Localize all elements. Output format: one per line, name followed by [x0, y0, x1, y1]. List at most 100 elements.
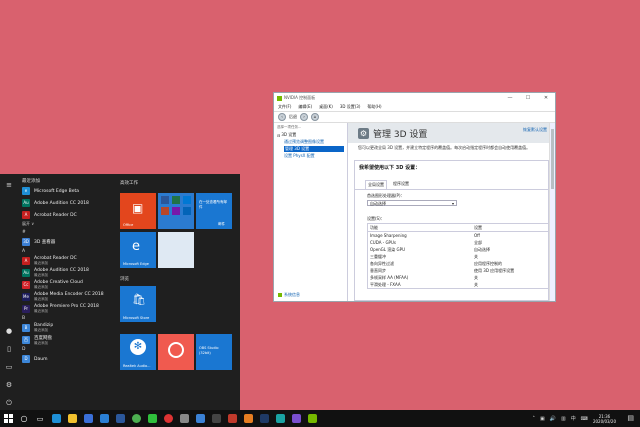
taskbar-edge-beta[interactable] — [272, 410, 288, 427]
edge-tile[interactable]: e Microsoft Edge — [120, 232, 156, 268]
taskbar-explorer[interactable] — [64, 410, 80, 427]
app-list-item[interactable]: e Microsoft Edge Beta — [20, 185, 114, 197]
pictures-icon[interactable]: ▭ — [4, 362, 14, 372]
tray-app-icon[interactable]: ▣ — [540, 416, 545, 422]
realtek-tile[interactable]: ✻ Realtek Audio... — [120, 334, 156, 370]
taskbar-app-grey[interactable] — [176, 410, 192, 427]
taskbar-netease[interactable] — [160, 410, 176, 427]
office-icon: ▣ — [132, 201, 144, 215]
app-list-item[interactable]: Me Adobe Media Encoder CC 2018 最近添加 — [20, 291, 114, 303]
office-tile[interactable]: ▣ Office — [120, 193, 156, 229]
tab-global-settings[interactable]: 全局设置 — [365, 180, 387, 189]
table-row[interactable]: 垂直同步 使用 3D 应用程序设置 — [368, 267, 548, 274]
app-list-item[interactable]: A Acrobat Reader DC — [20, 209, 114, 221]
content-scrollbar[interactable] — [549, 123, 555, 301]
volume-icon[interactable]: 🔊 — [550, 416, 556, 422]
hamburger-icon[interactable]: ≡ — [4, 180, 14, 190]
home-icon[interactable]: ⌂ — [311, 113, 319, 121]
table-row[interactable]: 平滑处理 - FXAA 关 — [368, 281, 548, 288]
app-list-item[interactable]: Pr Adobe Premiere Pro CC 2018 最近添加 — [20, 303, 114, 315]
app-icon: D — [22, 355, 30, 363]
network-icon[interactable]: ▥ — [561, 416, 566, 422]
system-info-link[interactable]: 系统信息 — [278, 292, 300, 298]
app-list-item[interactable]: Au Adobe Audition CC 2018 最近添加 — [20, 267, 114, 279]
document-icon[interactable]: ▯ — [4, 344, 14, 354]
section-hash[interactable]: # — [20, 229, 114, 236]
menu-desktop[interactable]: 桌面(K) — [319, 104, 333, 110]
app-list-item[interactable]: Cc Adobe Creative Cloud 最近添加 — [20, 279, 114, 291]
taskbar-app-red[interactable] — [224, 410, 240, 427]
table-row[interactable]: 各向异性过滤 应用程序控制的 — [368, 260, 548, 267]
section-a[interactable]: A — [20, 248, 114, 255]
back-icon[interactable]: ‹ — [278, 113, 286, 121]
app-list-item[interactable]: A Acrobat Reader DC 最近添加 — [20, 255, 114, 267]
maximize-icon[interactable]: ☐ — [519, 95, 537, 101]
store-tile[interactable]: 🛍 Microsoft Store — [120, 286, 156, 322]
taskbar-app-orange[interactable] — [240, 410, 256, 427]
taskbar-app-navy[interactable] — [256, 410, 272, 427]
alarms-tile[interactable] — [158, 334, 194, 370]
tree-item-manage-3d[interactable]: 管理 3D 设置 — [284, 146, 344, 152]
restore-defaults-link[interactable]: 恢复默认设置 — [523, 127, 547, 133]
input-language[interactable]: 中 — [571, 415, 576, 422]
avatar[interactable]: ● — [4, 326, 14, 336]
search-button[interactable]: ○ — [16, 410, 32, 427]
taskbar-wechat[interactable] — [144, 410, 160, 427]
menu-edit[interactable]: 编辑(E) — [298, 104, 312, 110]
table-row[interactable]: OpenGL 渲染 GPU 自动选择 — [368, 246, 548, 253]
taskbar-app-dark[interactable] — [208, 410, 224, 427]
collapse-icon[interactable]: ⊟ — [277, 133, 280, 138]
table-row[interactable]: 三重缓冲 关 — [368, 253, 548, 260]
task-view-button[interactable]: ▭ — [32, 410, 48, 427]
row-feature: CUDA - GPUs — [370, 240, 396, 245]
settings-gear-icon[interactable]: ⚙ — [4, 380, 14, 390]
back-label[interactable]: 后退 — [289, 114, 297, 120]
keyboard-icon[interactable]: ⌨ — [581, 416, 588, 422]
app-list-item[interactable]: 3D 3D 查看器 — [20, 236, 114, 248]
tree-item-preview[interactable]: 通过预览调整图像设置 — [284, 139, 344, 145]
taskbar-app-blue[interactable] — [192, 410, 208, 427]
clock[interactable]: 21:36 2020/03/20 — [593, 414, 616, 424]
app-list-item[interactable]: D Daum — [20, 353, 114, 365]
office-apps-tile[interactable] — [158, 193, 194, 229]
taskbar-edge[interactable] — [48, 410, 64, 427]
forward-icon[interactable]: › — [300, 113, 308, 121]
app-list-item[interactable]: B Bandizip 最近添加 — [20, 322, 114, 334]
notification-icon[interactable]: ▤ — [627, 414, 634, 422]
expand-button[interactable]: 展开 ∨ — [20, 221, 114, 229]
taskbar-app-purple[interactable] — [288, 410, 304, 427]
scrollbar-thumb[interactable] — [551, 129, 554, 189]
app-list-item[interactable]: Au Adobe Audition CC 2018 — [20, 197, 114, 209]
app-text: Daum — [34, 357, 47, 362]
chevron-up-icon[interactable]: ˄ — [533, 416, 536, 422]
taskbar-nvidia[interactable] — [304, 410, 320, 427]
tab-program-settings[interactable]: 程序设置 — [391, 180, 411, 189]
window-title-bar[interactable]: NVIDIA 控制面板 — ☐ ✕ — [274, 93, 555, 103]
menu-3d-settings[interactable]: 3D 设置(3) — [340, 104, 361, 110]
obs-tile[interactable]: OBS Studio (32bit) — [196, 334, 232, 370]
close-icon[interactable]: ✕ — [537, 95, 555, 101]
taskbar-chrome[interactable] — [128, 410, 144, 427]
edge-app-icon — [51, 414, 61, 423]
menu-file[interactable]: 文件(F) — [278, 104, 291, 110]
nvidia-control-panel-window[interactable]: NVIDIA 控制面板 — ☐ ✕ 文件(F) 编辑(E) 桌面(K) 3D 设… — [273, 92, 556, 302]
app-list-item[interactable]: 百百度网盘 最近添加 — [20, 334, 114, 346]
taskbar-mail[interactable] — [96, 410, 112, 427]
table-row[interactable]: 多帧采样 AA (MFAA) 关 — [368, 274, 548, 281]
tree-node-3d-settings[interactable]: ⊟ 3D 设置 — [277, 132, 344, 138]
minimize-icon[interactable]: — — [501, 95, 519, 101]
mail-tile[interactable]: 在一处查看所有邮件 邮件 — [196, 193, 232, 229]
menu-help[interactable]: 帮助(H) — [367, 104, 381, 110]
table-row[interactable]: Image Sharpening Off — [368, 232, 548, 239]
table-row[interactable]: CUDA - GPUs 全部 — [368, 239, 548, 246]
photos-tile[interactable] — [158, 232, 194, 268]
taskbar-store[interactable] — [80, 410, 96, 427]
preferred-gpu-select[interactable]: 自动选择 ▾ — [367, 200, 457, 206]
start-button[interactable] — [0, 410, 16, 427]
section-b[interactable]: B — [20, 315, 114, 322]
tree-item-physx[interactable]: 设置 PhysX 配置 — [284, 153, 344, 159]
section-d[interactable]: D — [20, 346, 114, 353]
edge-icon: e — [132, 239, 140, 254]
power-icon[interactable]: ⏻ — [4, 398, 14, 408]
taskbar-word[interactable] — [112, 410, 128, 427]
